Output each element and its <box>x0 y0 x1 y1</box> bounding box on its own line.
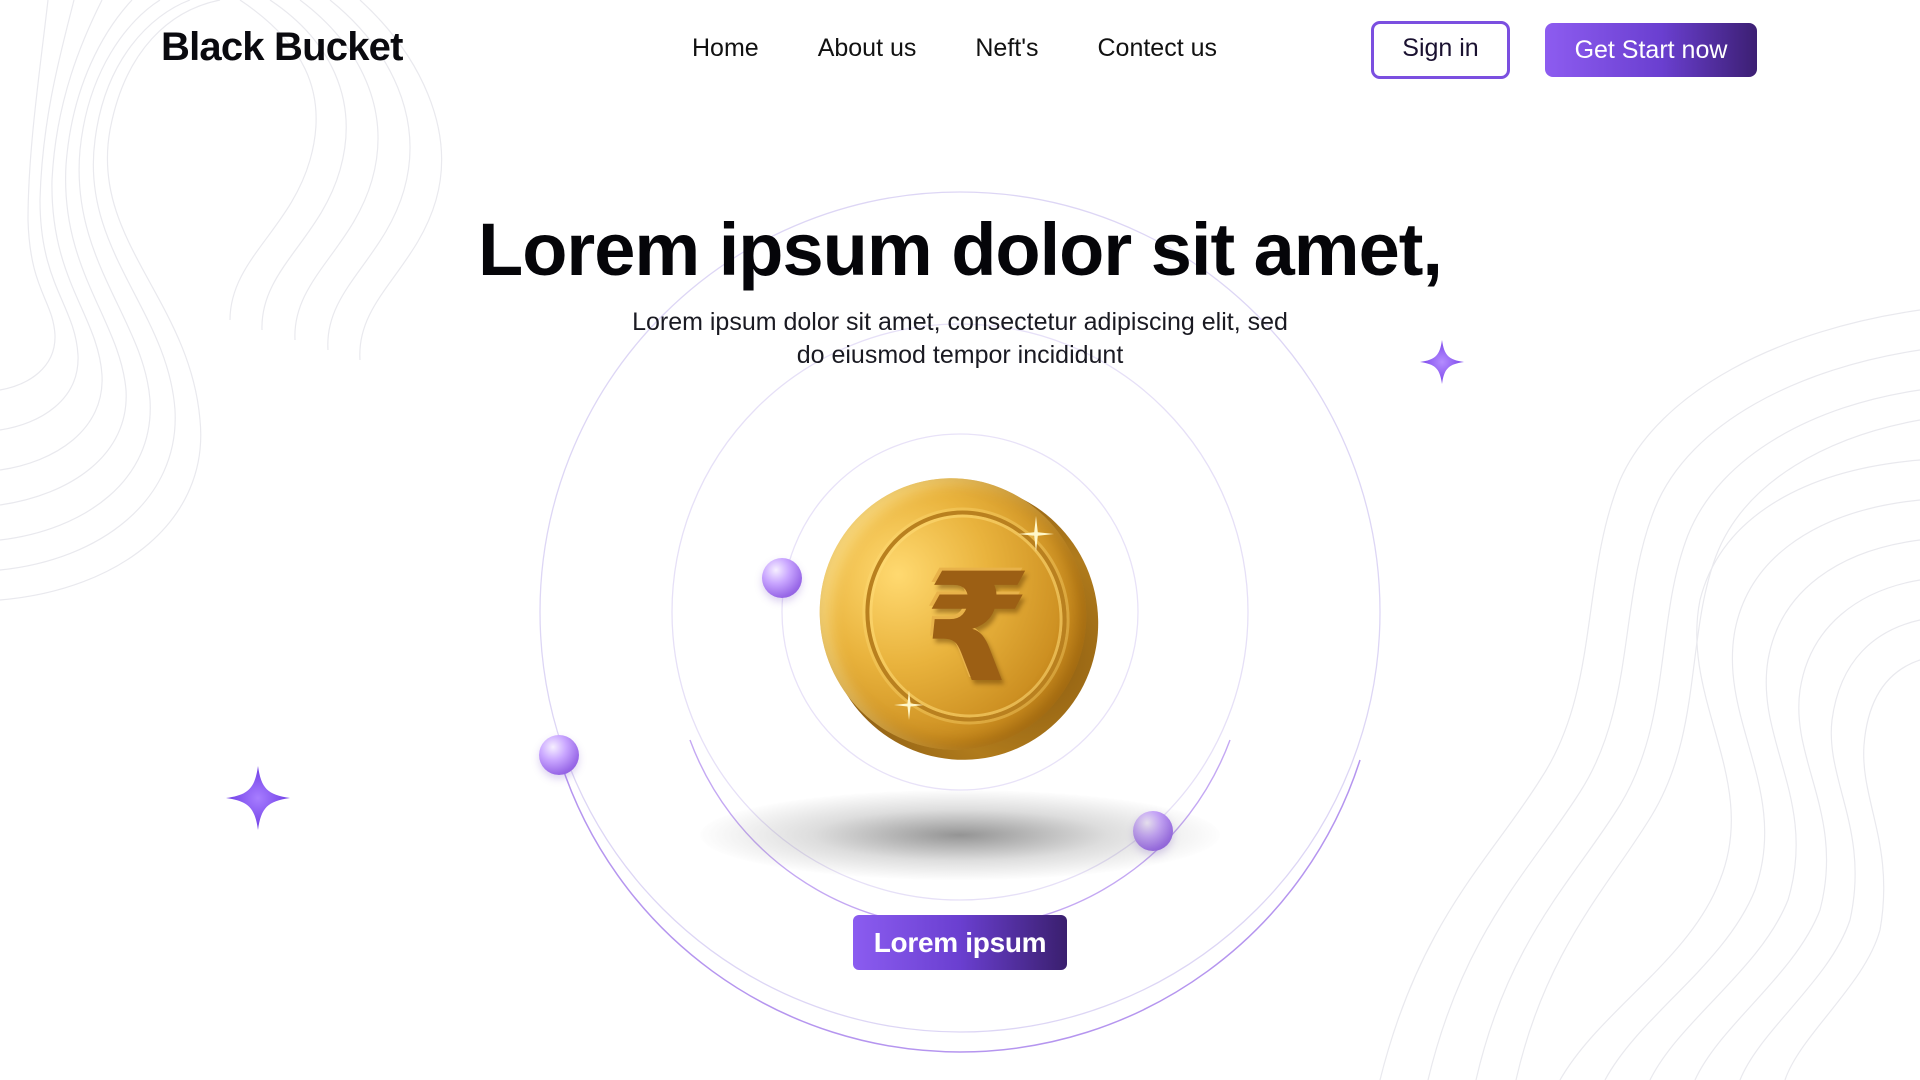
main-menu: Home About us Neft's Contect us <box>692 34 1217 63</box>
purple-orb-icon <box>539 735 579 775</box>
hero-subtitle: Lorem ipsum dolor sit amet, consectetur … <box>560 306 1360 372</box>
sparkle-star-icon <box>226 766 290 830</box>
hero-subtitle-line-2: do eiusmod tempor incididunt <box>796 341 1124 369</box>
purple-orb-icon <box>762 558 802 598</box>
coin-glint-icon <box>894 690 924 720</box>
top-navigation: Black Bucket Home About us Neft's Contec… <box>0 0 1920 100</box>
rupee-symbol: ₹ <box>912 542 1036 716</box>
sparkle-star-icon <box>1420 340 1464 384</box>
hero-subtitle-line-1: Lorem ipsum dolor sit amet, consectetur … <box>632 308 1288 336</box>
nav-home-link[interactable]: Home <box>692 34 759 63</box>
rupee-coin-icon: ₹ <box>784 443 1134 796</box>
sign-in-button[interactable]: Sign in <box>1371 21 1510 79</box>
nav-about-link[interactable]: About us <box>818 34 917 63</box>
coin-shadow <box>700 790 1220 880</box>
get-started-button[interactable]: Get Start now <box>1545 23 1757 77</box>
hero-cta-button[interactable]: Lorem ipsum <box>853 915 1067 970</box>
nav-nefts-link[interactable]: Neft's <box>975 34 1038 63</box>
coin-glint-icon <box>1018 516 1054 552</box>
nav-contact-link[interactable]: Contect us <box>1098 34 1218 63</box>
hero-title: Lorem ipsum dolor sit amet, <box>478 208 1443 291</box>
brand-logo[interactable]: Black Bucket <box>161 25 403 70</box>
